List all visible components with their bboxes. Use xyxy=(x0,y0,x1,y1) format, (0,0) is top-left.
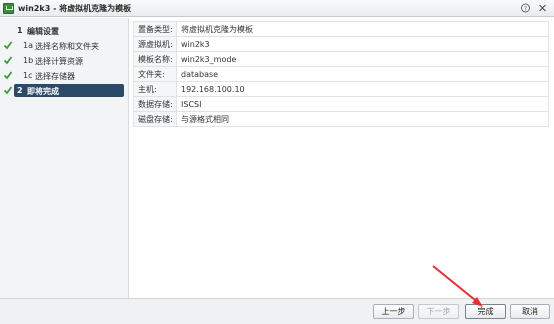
table-row: 置备类型: 将虚拟机克隆为模板 xyxy=(133,21,549,37)
summary-value: database xyxy=(176,66,549,82)
step-label: 选择计算资源 xyxy=(35,57,83,66)
wizard-footer: 上一步 下一步 完成 取消 xyxy=(0,298,554,324)
step-number: 1b xyxy=(23,56,34,65)
table-row: 文件夹: database xyxy=(133,66,549,82)
step-ready-to-complete[interactable]: 2 即将完成 xyxy=(0,84,124,97)
step-label: 编辑设置 xyxy=(27,27,59,36)
table-row: 磁盘存储: 与源格式相同 xyxy=(133,111,549,127)
finish-button[interactable]: 完成 xyxy=(465,304,506,319)
table-row: 主机: 192.168.100.10 xyxy=(133,81,549,97)
summary-value: 192.168.100.10 xyxy=(176,81,549,97)
check-icon xyxy=(3,86,13,95)
summary-key: 主机: xyxy=(133,81,177,97)
summary-value: ISCSI xyxy=(176,96,549,112)
step-edit-settings[interactable]: 1 编辑设置 xyxy=(0,24,128,37)
step-select-compute-resource[interactable]: 1b 选择计算资源 xyxy=(0,54,128,67)
cancel-button[interactable]: 取消 xyxy=(510,304,550,319)
summary-table: 置备类型: 将虚拟机克隆为模板 源虚拟机: win2k3 模板名称: win2k… xyxy=(133,21,549,127)
summary-key: 源虚拟机: xyxy=(133,36,177,52)
table-row: 数据存储: ISCSI xyxy=(133,96,549,112)
summary-key: 磁盘存储: xyxy=(133,111,177,127)
table-row: 模板名称: win2k3_mode xyxy=(133,51,549,67)
step-select-storage[interactable]: 1c 选择存储器 xyxy=(0,69,128,82)
next-button[interactable]: 下一步 xyxy=(418,304,459,319)
summary-value: 与源格式相同 xyxy=(176,111,549,127)
check-icon xyxy=(3,71,13,80)
table-row: 源虚拟机: win2k3 xyxy=(133,36,549,52)
summary-key: 文件夹: xyxy=(133,66,177,82)
window-title: win2k3 - 将虚拟机克隆为模板 xyxy=(18,4,132,13)
step-number: 1c xyxy=(23,71,33,80)
active-step-highlight: 2 即将完成 xyxy=(14,84,124,97)
summary-key: 模板名称: xyxy=(133,51,177,67)
title-bar: win2k3 - 将虚拟机克隆为模板 ? xyxy=(0,0,554,17)
close-icon[interactable] xyxy=(537,3,548,13)
summary-key: 置备类型: xyxy=(133,21,177,37)
back-button[interactable]: 上一步 xyxy=(373,304,414,319)
svg-text:?: ? xyxy=(524,5,527,12)
summary-value: win2k3 xyxy=(176,36,549,52)
wizard-steps: 1 编辑设置 1a 选择名称和文件夹 1b 选择计算资源 1c 选择存储器 2 … xyxy=(0,18,129,298)
step-select-name-folder[interactable]: 1a 选择名称和文件夹 xyxy=(0,39,128,52)
help-icon[interactable]: ? xyxy=(520,3,531,13)
step-number: 1a xyxy=(23,41,33,50)
check-icon xyxy=(3,41,13,50)
step-number: 2 xyxy=(17,86,23,95)
summary-value: 将虚拟机克隆为模板 xyxy=(176,21,549,37)
step-label: 选择存储器 xyxy=(35,72,75,81)
summary-panel: 置备类型: 将虚拟机克隆为模板 源虚拟机: win2k3 模板名称: win2k… xyxy=(130,18,554,298)
step-number: 1 xyxy=(17,26,23,35)
check-icon xyxy=(3,56,13,65)
summary-value: win2k3_mode xyxy=(176,51,549,67)
summary-key: 数据存储: xyxy=(133,96,177,112)
step-label: 即将完成 xyxy=(27,87,59,96)
vm-template-icon xyxy=(3,3,14,14)
step-label: 选择名称和文件夹 xyxy=(35,42,99,51)
